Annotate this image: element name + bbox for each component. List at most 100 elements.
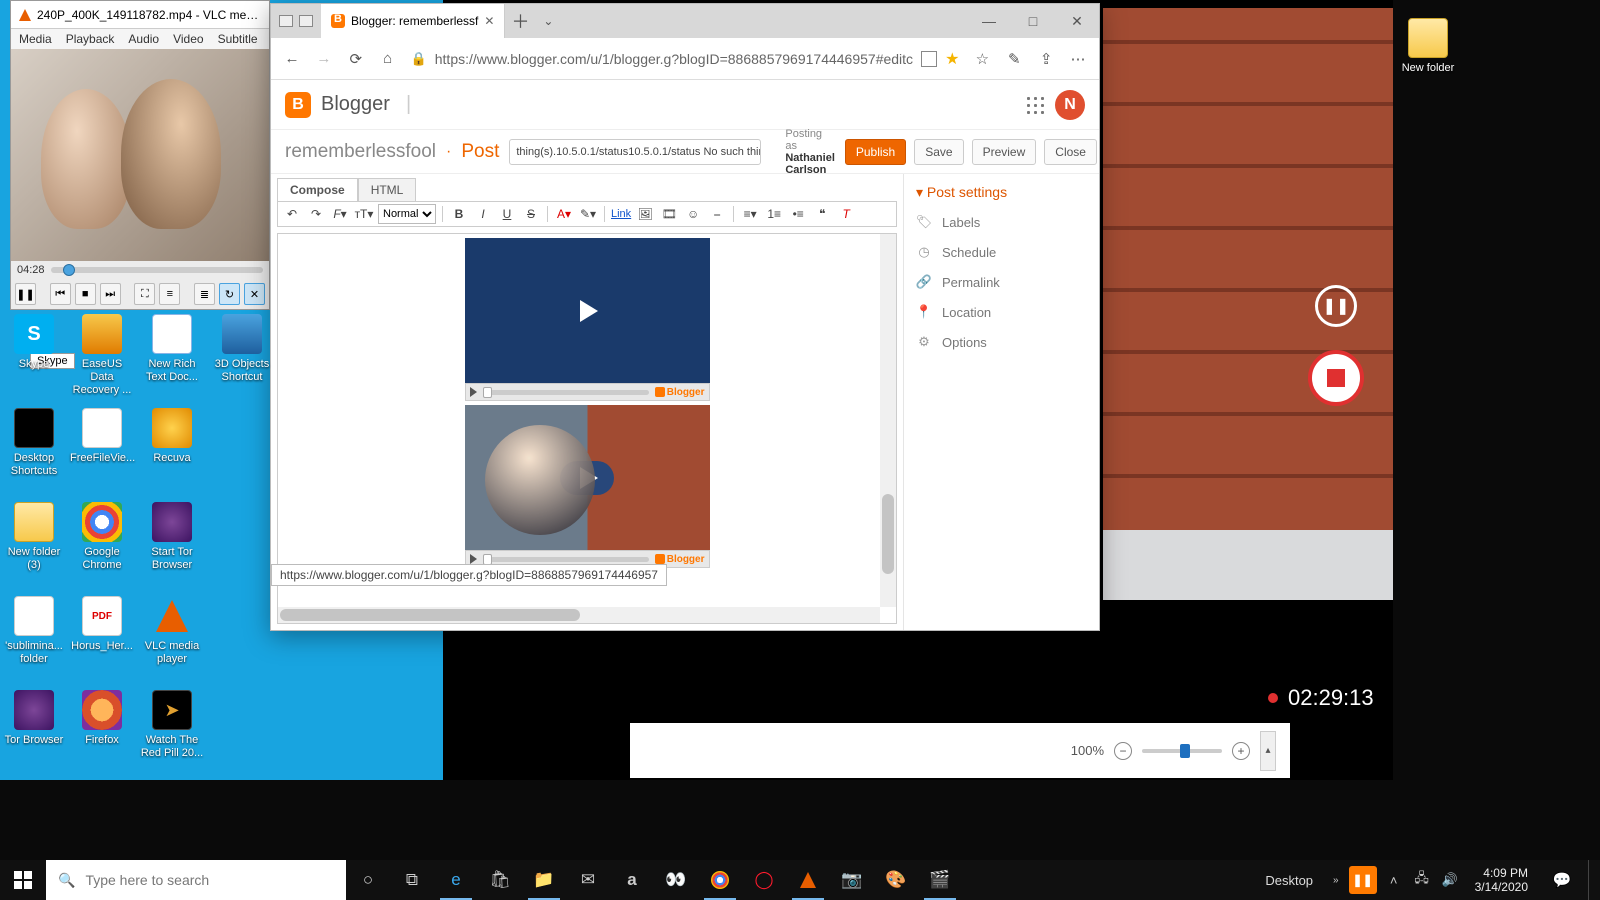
editor-hscrollbar[interactable] xyxy=(278,607,880,623)
sidebar-item-labels[interactable]: 🏷Labels xyxy=(904,207,1099,237)
desktop-icon-tor-browser[interactable]: Tor Browser xyxy=(2,690,66,747)
desktop-icon-skype[interactable]: SSkype xyxy=(2,314,66,371)
zoom-in-button[interactable]: + xyxy=(1232,742,1250,760)
taskbar-app-store[interactable]: 🛍 xyxy=(478,860,522,900)
undo-button[interactable]: ↶ xyxy=(282,205,302,223)
taskbar-app-amazon[interactable]: a xyxy=(610,860,654,900)
vlc-playlist-button[interactable]: ≣ xyxy=(194,283,215,305)
desktop-icon-new-folder-right[interactable]: New folder xyxy=(1396,18,1460,75)
numlist-button[interactable]: 1≡ xyxy=(764,205,784,223)
sidebar-item-options[interactable]: ⚙Options xyxy=(904,327,1099,357)
tabs-dropdown-button[interactable]: ⌄ xyxy=(535,4,561,38)
desktop-icon-3dobjects[interactable]: 3D Objects Shortcut xyxy=(210,314,274,384)
close-button[interactable]: Close xyxy=(1044,139,1097,165)
desktop-icon-horus-pdf[interactable]: PDFHorus_Her... xyxy=(70,596,134,653)
desktop-icon-start-tor[interactable]: Start Tor Browser xyxy=(140,502,204,572)
taskbar-search[interactable]: 🔍 Type here to search xyxy=(46,860,346,900)
notes-button[interactable]: ✎ xyxy=(1005,50,1023,68)
window-close-button[interactable]: ✕ xyxy=(1055,4,1099,38)
vlc-shuffle-button[interactable]: ✕ xyxy=(244,283,265,305)
emoji-button[interactable]: ☺ xyxy=(683,205,703,223)
tray-overflow-button[interactable]: ˄ xyxy=(1383,873,1405,888)
editor-vscrollbar[interactable] xyxy=(880,234,896,607)
start-button[interactable] xyxy=(0,860,46,900)
blogger-logo-icon[interactable]: B xyxy=(285,92,311,118)
address-bar[interactable]: 🔒 https://www.blogger.com/u/1/blogger.g?… xyxy=(411,49,960,69)
zoom-slider[interactable] xyxy=(1142,749,1222,753)
taskbar-app-chrome[interactable] xyxy=(698,860,742,900)
window-minimize-button[interactable]: — xyxy=(967,4,1011,38)
vlc-menu-media[interactable]: Media xyxy=(19,32,52,46)
taskbar-app-explorer[interactable]: 📁 xyxy=(522,860,566,900)
nav-home-button[interactable]: ⌂ xyxy=(379,50,397,67)
desktop-icon-vlc[interactable]: VLC media player xyxy=(140,596,204,666)
vlc-ext-button[interactable]: ≡ xyxy=(159,283,180,305)
desktop-icon-new-folder-3[interactable]: New folder (3) xyxy=(2,502,66,572)
vlc-menu-audio[interactable]: Audio xyxy=(128,32,159,46)
video-button[interactable]: 🎞 xyxy=(659,205,679,223)
desktop-icon-freefileviewer[interactable]: FreeFileVie... xyxy=(70,408,134,465)
pagebreak-button[interactable]: ⎯ xyxy=(707,205,727,223)
desktop-toolbar-chevron[interactable]: » xyxy=(1329,875,1343,886)
desktop-icon-desktop-shortcuts[interactable]: Desktop Shortcuts xyxy=(2,408,66,478)
video-1-controls[interactable]: Blogger xyxy=(465,383,710,401)
tab-close-button[interactable]: ✕ xyxy=(484,14,494,28)
mini-play-icon[interactable] xyxy=(470,554,477,564)
redo-button[interactable]: ↷ xyxy=(306,205,326,223)
task-view-button[interactable]: ⧉ xyxy=(390,860,434,900)
clear-format-button[interactable]: T xyxy=(836,205,856,223)
desktop-icon-easeus[interactable]: EaseUS Data Recovery ... xyxy=(70,314,134,397)
taskbar-app-paint[interactable]: 🎨 xyxy=(874,860,918,900)
video-2-slider[interactable] xyxy=(483,557,649,562)
post-title-input[interactable]: thing(s).10.5.0.1/status10.5.0.1/status … xyxy=(509,139,761,165)
show-desktop-toolbar[interactable]: Desktop xyxy=(1255,873,1323,888)
vlc-fullscreen-button[interactable]: ⛶ xyxy=(134,283,155,305)
bold-button[interactable]: B xyxy=(449,205,469,223)
browser-tab-blogger[interactable]: Blogger: rememberlessf ✕ xyxy=(321,4,505,38)
play-icon[interactable] xyxy=(560,461,614,495)
taskbar-app-mail[interactable]: ✉ xyxy=(566,860,610,900)
nav-back-button[interactable]: ← xyxy=(283,50,301,67)
vlc-window[interactable]: 240P_400K_149118782.mp4 - VLC media play… xyxy=(10,0,270,310)
recording-pause-button[interactable]: ❚❚ xyxy=(1315,285,1357,327)
nav-forward-button[interactable]: → xyxy=(315,50,333,67)
desktop-icon-recuva[interactable]: Recuva xyxy=(140,408,204,465)
vlc-prev-button[interactable]: ⏮ xyxy=(50,283,71,305)
taskbar-app-opera[interactable]: ◯ xyxy=(742,860,786,900)
blog-name-link[interactable]: rememberlessfool xyxy=(285,141,436,163)
publish-button[interactable]: Publish xyxy=(845,139,906,165)
vlc-titlebar[interactable]: 240P_400K_149118782.mp4 - VLC media play… xyxy=(11,1,269,29)
vlc-menu-bar[interactable]: MediaPlaybackAudioVideoSubtitleTo xyxy=(11,29,269,49)
play-icon[interactable] xyxy=(560,294,614,328)
favorite-star-icon[interactable]: ★ xyxy=(945,49,959,69)
desktop-icon-subliminal-folder[interactable]: 'sublimina... folder xyxy=(2,596,66,666)
highlight-button[interactable]: ✎▾ xyxy=(578,205,598,223)
video-1-slider[interactable] xyxy=(483,390,649,395)
vlc-next-button[interactable]: ⏭ xyxy=(100,283,121,305)
desktop-icon-richtext[interactable]: New Rich Text Doc... xyxy=(140,314,204,384)
recording-stop-button[interactable] xyxy=(1308,350,1364,406)
taskbar-app-camera[interactable]: 📷 xyxy=(830,860,874,900)
edge-browser-window[interactable]: Blogger: rememberlessf ✕ ＋ ⌄ — □ ✕ ← → ⟳… xyxy=(270,3,1100,631)
font-size-button[interactable]: тT▾ xyxy=(354,205,374,223)
scroll-up-button[interactable]: ▴ xyxy=(1260,731,1276,771)
taskbar-app-edge[interactable]: e xyxy=(434,860,478,900)
taskbar-app-vlc[interactable] xyxy=(786,860,830,900)
share-button[interactable]: ⇪ xyxy=(1037,50,1055,68)
cortana-button[interactable]: ○ xyxy=(346,860,390,900)
preview-button[interactable]: Preview xyxy=(972,139,1037,165)
italic-button[interactable]: I xyxy=(473,205,493,223)
desktop-icon-chrome[interactable]: Google Chrome xyxy=(70,502,134,572)
taskbar-app-tripadvisor[interactable]: 👀 xyxy=(654,860,698,900)
text-color-button[interactable]: A▾ xyxy=(554,205,574,223)
action-center-button[interactable]: 💬 xyxy=(1542,860,1582,900)
vlc-pause-button[interactable]: ❚❚ xyxy=(15,283,36,305)
tray-network-icon[interactable]: 🖧 xyxy=(1411,869,1433,891)
save-button[interactable]: Save xyxy=(914,139,963,165)
font-family-button[interactable]: F▾ xyxy=(330,205,350,223)
mini-play-icon[interactable] xyxy=(470,387,477,397)
favorites-button[interactable]: ☆ xyxy=(973,50,991,68)
underline-button[interactable]: U xyxy=(497,205,517,223)
blogger-brand[interactable]: Blogger xyxy=(321,93,390,116)
vlc-stop-button[interactable]: ■ xyxy=(75,283,96,305)
